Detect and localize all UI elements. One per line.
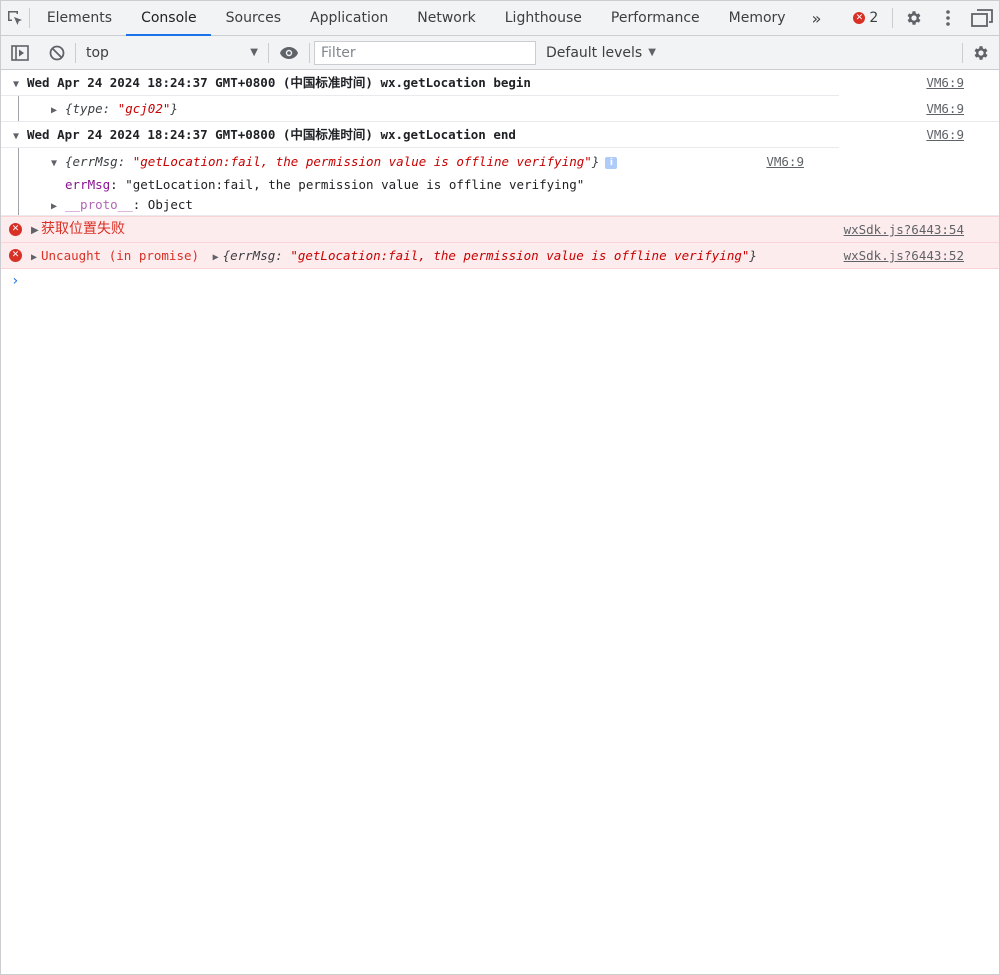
eye-icon[interactable] — [269, 46, 309, 60]
dropdown-arrow-icon: ▼ — [648, 47, 656, 58]
object-preview: {errMsg: "getLocation:fail, the permissi… — [65, 154, 600, 169]
dropdown-arrow-icon: ▼ — [250, 47, 258, 58]
object-preview: {type: "gcj02"} — [65, 101, 178, 116]
expand-triangle-icon[interactable]: ▶ — [51, 197, 65, 217]
error-counter-button[interactable]: ✕ 2 — [831, 1, 888, 35]
log-levels-label: Default levels — [546, 44, 643, 61]
expand-triangle-icon[interactable]: ▶ — [31, 245, 41, 270]
context-selector[interactable]: top ▼ — [76, 45, 268, 61]
property-value: "getLocation:fail, the permission value … — [125, 177, 585, 192]
log-group-header[interactable]: ▼ Wed Apr 24 2024 18:24:37 GMT+0800 (中国标准… — [13, 70, 839, 95]
tabbar-actions — [897, 1, 999, 35]
error-row[interactable]: ▶ 获取位置失败 — [31, 217, 839, 242]
tab-elements[interactable]: Elements — [32, 1, 126, 35]
tabbar-separator — [892, 8, 893, 28]
toolbar-separator — [309, 42, 310, 63]
expand-triangle-icon[interactable]: ▼ — [51, 150, 65, 177]
source-link[interactable]: VM6:9 — [926, 70, 964, 95]
console-log: ▼ Wed Apr 24 2024 18:24:37 GMT+0800 (中国标准… — [1, 70, 999, 293]
devtools-tabbar: Elements Console Sources Application Net… — [1, 1, 999, 36]
property-value: Object — [147, 197, 193, 212]
expand-triangle-icon[interactable]: ▼ — [13, 124, 27, 149]
console-prompt[interactable]: › — [1, 269, 999, 293]
log-text: Wed Apr 24 2024 18:24:37 GMT+0800 (中国标准时… — [27, 127, 516, 142]
clear-console-icon[interactable] — [39, 45, 75, 61]
tab-application[interactable]: Application — [295, 1, 402, 35]
log-message: ▼ Wed Apr 24 2024 18:24:37 GMT+0800 (中国标准… — [1, 122, 999, 216]
error-row[interactable]: ▶ Uncaught (in promise) ▶ {errMsg: "getLoc… — [31, 243, 839, 268]
error-icon: ✕ — [9, 249, 22, 262]
source-link[interactable]: VM6:9 — [926, 96, 964, 121]
expand-triangle-icon[interactable]: ▶ — [31, 218, 41, 243]
prompt-icon: › — [11, 273, 20, 289]
filter-input[interactable] — [314, 40, 536, 65]
object-property: errMsg: "getLocation:fail, the permissio… — [65, 177, 585, 192]
inspect-icon[interactable] — [1, 1, 29, 35]
log-group-header[interactable]: ▼ Wed Apr 24 2024 18:24:37 GMT+0800 (中国标准… — [13, 122, 839, 147]
log-object-block: ▼ {errMsg: "getLocation:fail, the permiss… — [1, 147, 839, 215]
console-toolbar: top ▼ Default levels ▼ — [1, 36, 999, 70]
log-levels-dropdown[interactable]: Default levels ▼ — [546, 45, 656, 61]
tab-network[interactable]: Network — [402, 1, 489, 35]
expand-triangle-icon[interactable]: ▶ — [213, 245, 223, 270]
device-toggle-icon[interactable] — [1, 44, 39, 61]
property-key: errMsg — [65, 177, 111, 192]
tab-performance[interactable]: Performance — [596, 1, 714, 35]
log-object-row[interactable]: ▶ {type: "gcj02"} VM6:9 — [1, 95, 964, 123]
gear-icon[interactable] — [963, 44, 999, 62]
object-preview: {errMsg: "getLocation:fail, the permissi… — [222, 248, 757, 263]
more-tabs-button[interactable]: » — [800, 1, 832, 35]
console-toolbar-right — [962, 36, 999, 69]
info-icon[interactable]: i — [605, 156, 618, 169]
kebab-menu-icon[interactable] — [931, 9, 965, 27]
source-link[interactable]: wxSdk.js?6443:52 — [844, 243, 964, 268]
error-count: 2 — [869, 10, 879, 26]
tab-sources[interactable]: Sources — [211, 1, 295, 35]
expand-triangle-icon[interactable]: ▼ — [13, 72, 27, 97]
log-message: ▼ Wed Apr 24 2024 18:24:37 GMT+0800 (中国标准… — [1, 70, 999, 122]
dock-icon[interactable] — [965, 9, 999, 27]
devtools-window: Elements Console Sources Application Net… — [0, 0, 1000, 975]
source-link[interactable]: wxSdk.js?6443:54 — [844, 217, 964, 242]
context-value: top — [86, 44, 109, 61]
gear-icon[interactable] — [897, 9, 931, 27]
expand-triangle-icon[interactable]: ▶ — [51, 98, 65, 123]
error-icon: ✕ — [853, 12, 866, 24]
source-link[interactable]: VM6:9 — [926, 122, 964, 147]
tab-console[interactable]: Console — [126, 1, 211, 36]
log-error: ✕ ▶ Uncaught (in promise) ▶ {errMsg: "getL… — [1, 243, 999, 269]
log-error: ✕ ▶ 获取位置失败 wxSdk.js?6443:54 — [1, 216, 999, 243]
tab-memory[interactable]: Memory — [714, 1, 800, 35]
log-text: Wed Apr 24 2024 18:24:37 GMT+0800 (中国标准时… — [27, 75, 531, 90]
object-property-proto[interactable]: ▶ __proto__: Object — [51, 195, 839, 215]
property-key: __proto__ — [65, 197, 133, 212]
error-prefix: Uncaught (in promise) — [41, 248, 200, 263]
source-link[interactable]: VM6:9 — [766, 148, 804, 175]
tab-lighthouse[interactable]: Lighthouse — [490, 1, 596, 35]
log-object-row[interactable]: ▼ {errMsg: "getLocation:fail, the permiss… — [51, 148, 839, 175]
tabbar-separator — [29, 8, 30, 28]
error-icon: ✕ — [9, 223, 22, 236]
error-text: 获取位置失败 — [41, 221, 125, 237]
